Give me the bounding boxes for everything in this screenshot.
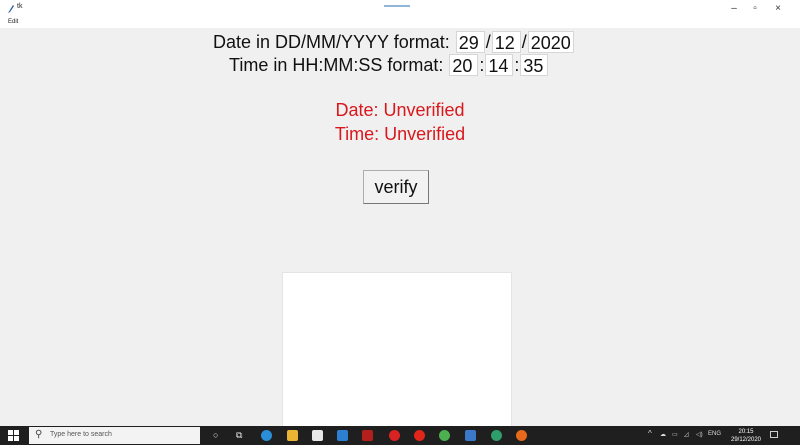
hour-input[interactable]: 20: [449, 54, 479, 76]
opera-icon[interactable]: [414, 430, 425, 441]
notification-icon[interactable]: [770, 431, 778, 438]
battery-icon[interactable]: ▭: [672, 431, 678, 438]
task-view-icon[interactable]: ⧉: [236, 430, 242, 441]
time-separator: :: [514, 54, 520, 75]
month-input[interactable]: 12: [491, 31, 521, 53]
time-label: Time in HH:MM:SS format:: [229, 54, 444, 75]
tk-feather-icon: [8, 5, 14, 13]
app-red-icon[interactable]: [362, 430, 373, 441]
minute-input[interactable]: 14: [485, 54, 514, 76]
language-indicator[interactable]: ENG: [708, 431, 721, 437]
windows-start-icon[interactable]: [8, 430, 19, 441]
time-separator: :: [479, 54, 485, 75]
menu-item-edit[interactable]: Edit: [8, 19, 18, 25]
firefox-icon[interactable]: [516, 430, 527, 441]
network-icon[interactable]: ◿: [684, 431, 689, 438]
app-record-icon[interactable]: [389, 430, 400, 441]
file-explorer-icon[interactable]: [287, 430, 298, 441]
taskbar: ⚲ Type here to search ○ ⧉ ^ ☁ ▭ ◿ ◁) ENG…: [0, 426, 800, 445]
taskbar-clock[interactable]: 20:15 29/12/2020: [726, 428, 766, 444]
tray-chevron-icon[interactable]: ^: [648, 429, 652, 438]
menu-bar: Edit: [0, 18, 800, 28]
edge-icon[interactable]: [261, 430, 272, 441]
python-icon[interactable]: [465, 430, 476, 441]
titlebar-accent: [384, 5, 410, 7]
app-client-area: Date in DD/MM/YYYY format: 29 / 12 / 202…: [0, 28, 800, 426]
window-title: tk: [17, 3, 23, 10]
search-icon: ⚲: [35, 429, 43, 440]
verify-button[interactable]: verify: [363, 170, 429, 204]
date-label: Date in DD/MM/YYYY format:: [213, 31, 450, 52]
output-canvas: [282, 272, 512, 426]
date-separator: /: [485, 31, 491, 52]
volume-icon[interactable]: ◁): [696, 431, 703, 438]
second-input[interactable]: 35: [520, 54, 549, 76]
cortana-icon[interactable]: ○: [213, 430, 218, 441]
app-circle-icon[interactable]: [491, 430, 502, 441]
window-titlebar: tk – ▫ ×: [0, 0, 800, 18]
chrome-icon[interactable]: [439, 430, 450, 441]
date-separator: /: [521, 31, 527, 52]
clock-date: 29/12/2020: [730, 437, 762, 443]
search-placeholder: Type here to search: [50, 431, 112, 438]
date-status-label: Date: Unverified: [335, 100, 465, 120]
day-input[interactable]: 29: [455, 31, 485, 53]
year-input[interactable]: 2020: [527, 31, 574, 53]
taskbar-search-box[interactable]: ⚲ Type here to search: [29, 427, 200, 444]
date-row: Date in DD/MM/YYYY format: 29 / 12 / 202…: [213, 31, 574, 53]
minimize-button[interactable]: –: [723, 2, 745, 16]
time-status-label: Time: Unverified: [334, 124, 466, 144]
close-button[interactable]: ×: [767, 2, 789, 16]
onedrive-icon[interactable]: ☁: [660, 431, 666, 438]
store-icon[interactable]: [312, 430, 323, 441]
time-row: Time in HH:MM:SS format: 20 : 14 : 35: [229, 54, 549, 76]
clock-time: 20:15: [738, 429, 754, 435]
maximize-button[interactable]: ▫: [744, 2, 766, 16]
mail-icon[interactable]: [337, 430, 348, 441]
